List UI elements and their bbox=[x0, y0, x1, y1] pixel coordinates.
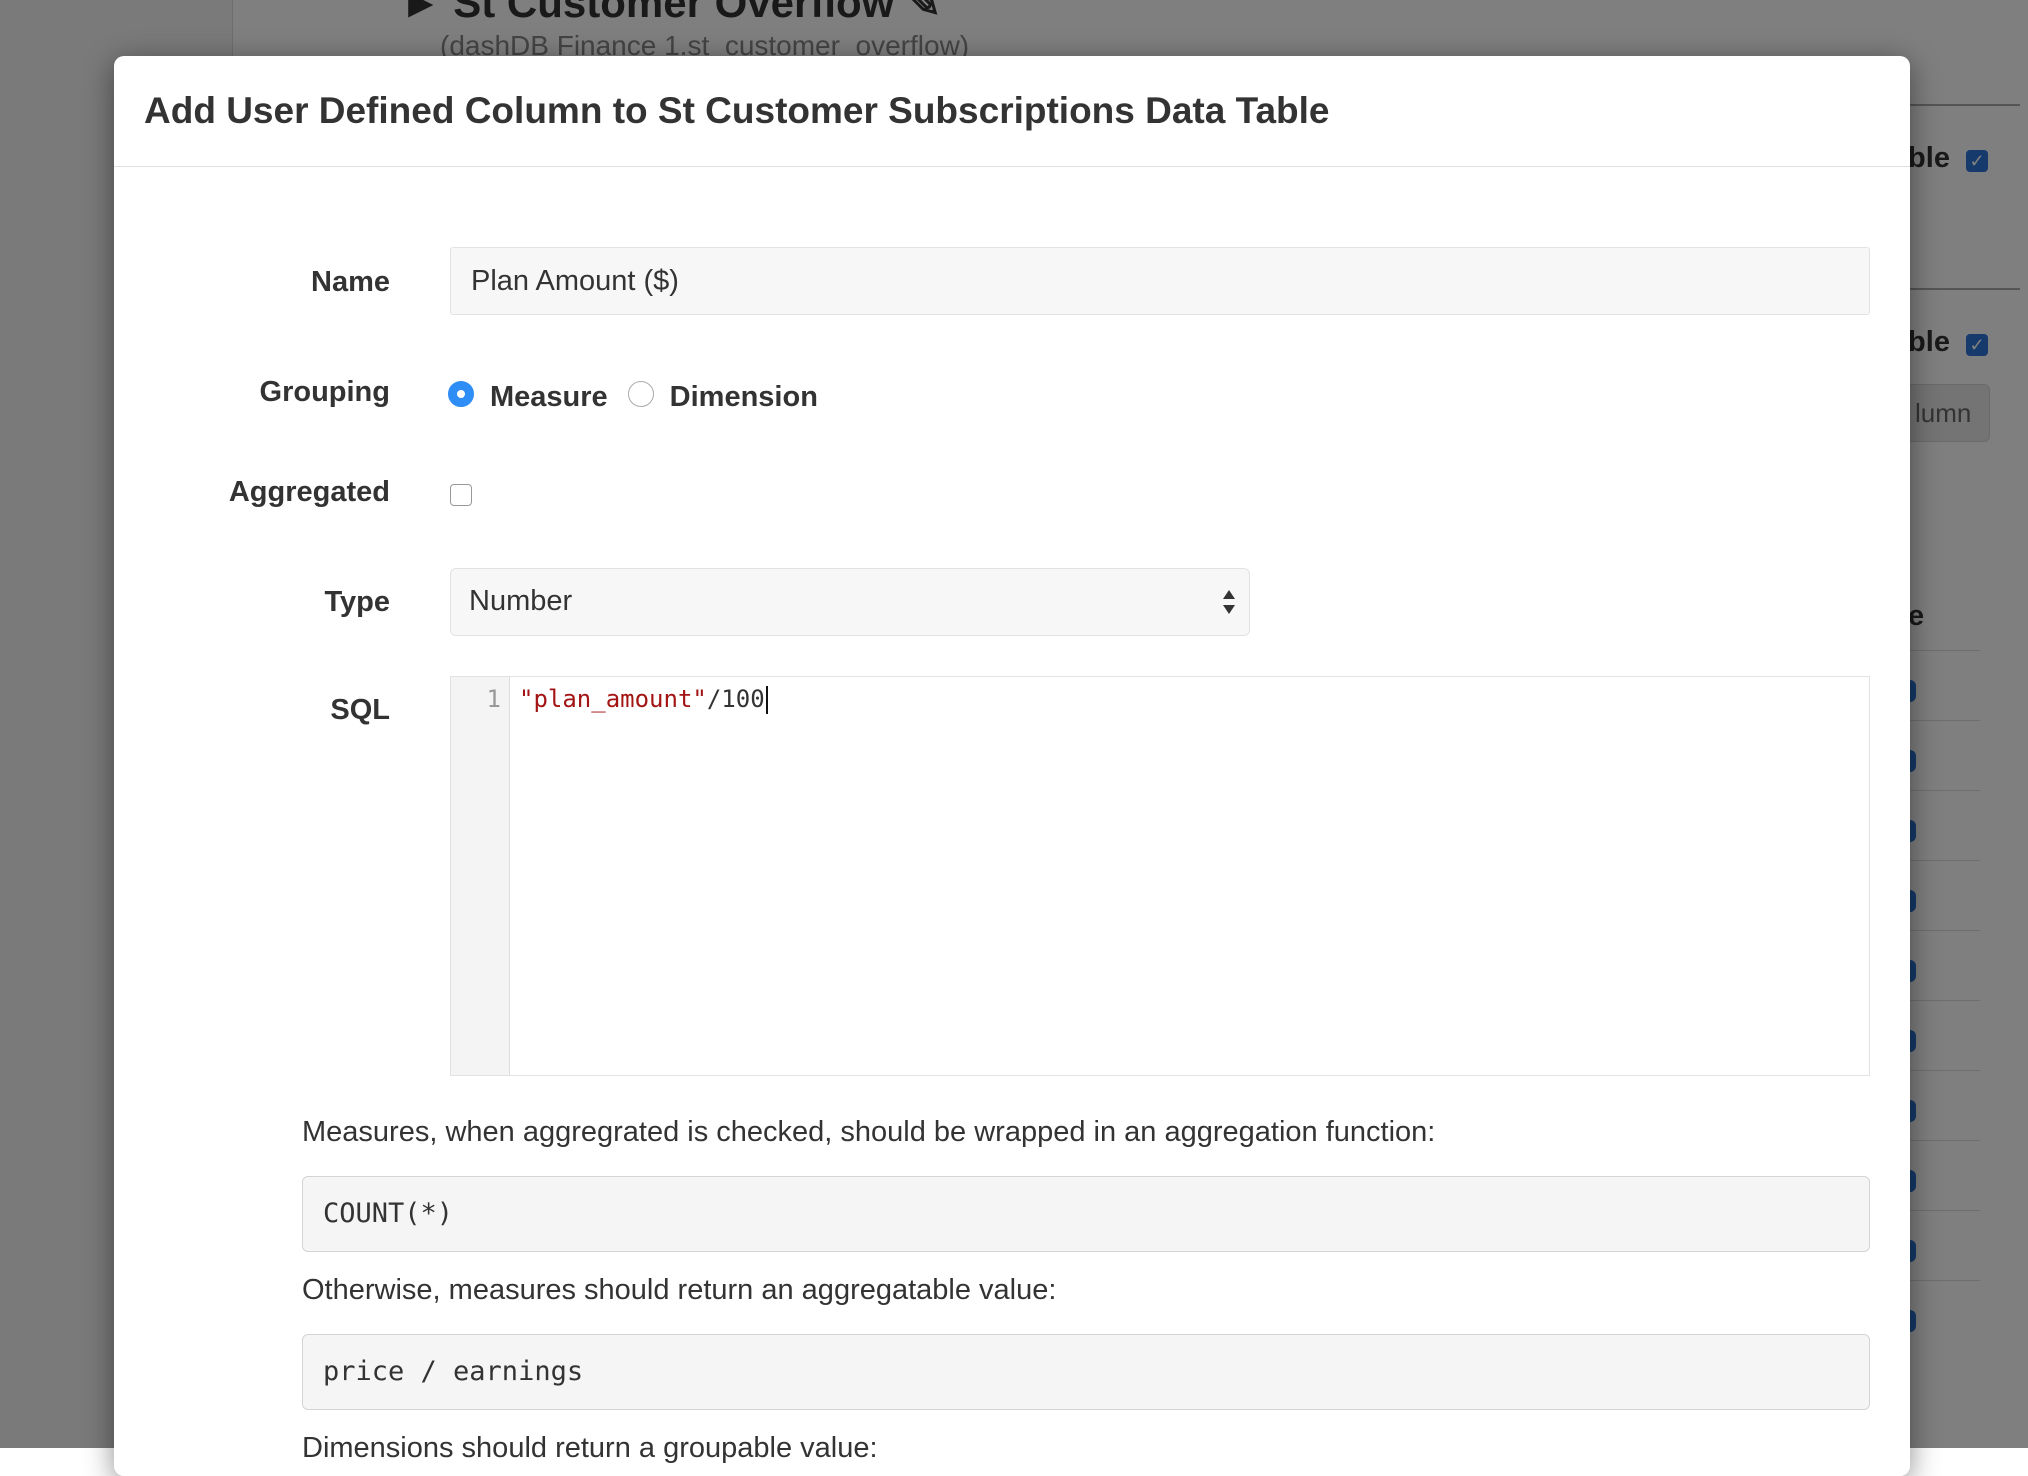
aggregated-example-code: COUNT(*) bbox=[302, 1176, 1870, 1252]
measure-radio-label[interactable]: Measure bbox=[490, 381, 608, 414]
aggregated-help-text: Measures, when aggregrated is checked, s… bbox=[302, 1116, 1436, 1148]
name-input[interactable] bbox=[450, 247, 1870, 315]
code-operator-token: /100 bbox=[706, 685, 765, 713]
measure-radio[interactable] bbox=[448, 381, 474, 407]
dimensions-help-text: Dimensions should return a groupable val… bbox=[302, 1432, 878, 1464]
editor-gutter: 1 bbox=[451, 677, 510, 1075]
dimension-radio[interactable] bbox=[627, 381, 654, 407]
add-column-modal: Add User Defined Column to St Customer S… bbox=[114, 56, 1910, 1476]
line-number: 1 bbox=[486, 685, 501, 713]
modal-title: Add User Defined Column to St Customer S… bbox=[144, 90, 1330, 131]
type-select[interactable]: Number bbox=[450, 568, 1250, 636]
dimension-radio-label[interactable]: Dimension bbox=[670, 381, 818, 414]
sql-editor[interactable]: 1 "plan_amount"/100 bbox=[450, 676, 1870, 1076]
type-select-value: Number bbox=[469, 585, 573, 617]
type-label: Type bbox=[324, 586, 390, 618]
sql-label: SQL bbox=[330, 694, 390, 726]
code-line[interactable]: "plan_amount"/100 bbox=[519, 685, 768, 714]
select-arrows-icon bbox=[1223, 590, 1235, 614]
aggregated-label: Aggregated bbox=[228, 476, 390, 508]
text-cursor bbox=[765, 686, 768, 714]
measures-example-code: price / earnings bbox=[302, 1334, 1870, 1410]
aggregated-checkbox[interactable] bbox=[450, 484, 472, 506]
grouping-label: Grouping bbox=[259, 376, 390, 408]
grouping-radio-group: Measure Dimension bbox=[448, 374, 838, 414]
modal-header: Add User Defined Column to St Customer S… bbox=[114, 56, 1910, 167]
code-string-token: "plan_amount" bbox=[519, 685, 707, 713]
name-label: Name bbox=[311, 266, 390, 298]
measures-help-text: Otherwise, measures should return an agg… bbox=[302, 1274, 1057, 1306]
